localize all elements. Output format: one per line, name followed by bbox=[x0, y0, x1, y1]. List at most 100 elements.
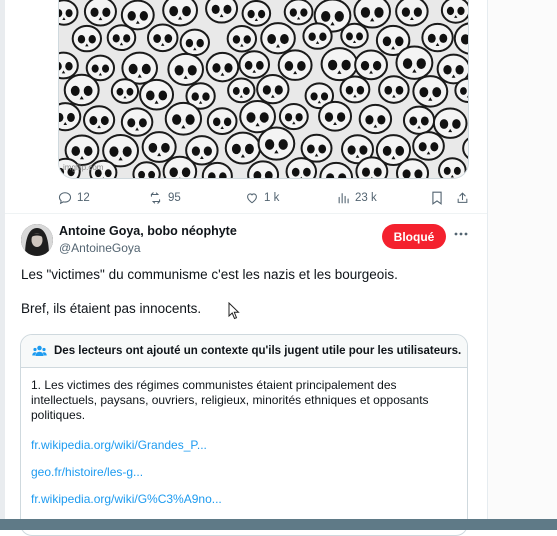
community-note-header: Des lecteurs ont ajouté un contexte qu'i… bbox=[21, 335, 467, 368]
skull-shape bbox=[83, 0, 117, 27]
author-name[interactable]: Antoine Goya, bobo néophyte bbox=[59, 224, 237, 238]
post-actions-bar: 12 95 1 k 23 k bbox=[58, 188, 478, 208]
more-dots-icon bbox=[454, 232, 468, 236]
skull-shape bbox=[241, 0, 272, 27]
skull-shape bbox=[224, 131, 262, 165]
skull-shape bbox=[146, 23, 179, 53]
post-text-line: Bref, ils étaient pas innocents. bbox=[21, 301, 202, 316]
post-text-line: Les "victimes" du communisme c'est les n… bbox=[21, 267, 398, 282]
skull-shape bbox=[257, 126, 296, 161]
mouse-cursor-icon bbox=[228, 301, 240, 325]
skull-shape bbox=[320, 47, 359, 82]
skull-shape bbox=[260, 22, 296, 55]
skull-shape bbox=[378, 75, 410, 104]
timeline-border bbox=[487, 0, 488, 530]
skull-shape bbox=[395, 158, 430, 178]
skull-shape bbox=[340, 22, 369, 49]
skull-shape bbox=[179, 28, 210, 57]
community-note-body: 1. Les victimes des régimes communistes … bbox=[21, 368, 467, 507]
community-note: Des lecteurs ont ajouté un contexte qu'i… bbox=[20, 334, 468, 536]
skull-shape bbox=[205, 0, 239, 24]
blocked-button[interactable]: Bloqué bbox=[382, 224, 446, 249]
skull-shape bbox=[59, 102, 82, 132]
skull-shape bbox=[438, 157, 467, 178]
skull-shape bbox=[59, 51, 79, 80]
post-divider bbox=[5, 213, 487, 214]
source-link-3[interactable]: fr.wikipedia.org/wiki/G%C3%A9no... bbox=[31, 492, 457, 507]
share-icon bbox=[457, 192, 468, 203]
skull-shape bbox=[227, 77, 256, 104]
skull-shape bbox=[318, 100, 353, 132]
skull-shape bbox=[141, 131, 177, 163]
skull-shape bbox=[206, 107, 238, 136]
skull-shape bbox=[440, 0, 468, 24]
skull-shape bbox=[353, 0, 391, 29]
image-watermark: imgflip.com bbox=[63, 163, 104, 172]
skull-shape bbox=[432, 107, 468, 139]
skull-shape bbox=[277, 49, 313, 81]
like-button[interactable]: 1 k bbox=[245, 188, 279, 208]
views-button[interactable]: 23 k bbox=[337, 188, 377, 208]
skull-shape bbox=[63, 73, 100, 107]
community-users-icon bbox=[32, 345, 47, 356]
reply-icon bbox=[58, 192, 72, 205]
skull-shape bbox=[106, 24, 137, 52]
bookmark-button[interactable] bbox=[431, 188, 443, 208]
share-button[interactable] bbox=[456, 188, 469, 208]
bookmark-icon bbox=[432, 191, 442, 205]
skull-shape bbox=[421, 22, 454, 53]
skull-shape bbox=[358, 103, 393, 135]
skull-shape bbox=[283, 0, 314, 26]
source-link-2[interactable]: geo.fr/histoire/les-g... bbox=[31, 465, 457, 480]
left-rail bbox=[0, 0, 5, 530]
skull-shape bbox=[412, 75, 449, 108]
views-count: 23 k bbox=[355, 192, 377, 204]
community-note-title: Des lecteurs ont ajouté un contexte qu'i… bbox=[54, 345, 462, 357]
skull-shape bbox=[132, 161, 161, 178]
more-options-button[interactable] bbox=[452, 224, 470, 244]
views-chart-icon bbox=[338, 193, 349, 204]
skull-shape bbox=[164, 101, 203, 136]
skull-shape bbox=[355, 156, 389, 178]
skull-shape bbox=[395, 45, 434, 80]
skull-shape bbox=[339, 75, 371, 104]
skull-shape bbox=[285, 157, 318, 178]
heart-icon bbox=[247, 193, 257, 204]
repost-button[interactable]: 95 bbox=[148, 188, 181, 208]
skull-shape bbox=[83, 105, 116, 135]
skull-pile-illustration bbox=[59, 0, 468, 178]
source-link-1[interactable]: fr.wikipedia.org/wiki/Grandes_P... bbox=[31, 438, 457, 453]
repost-count: 95 bbox=[168, 192, 181, 204]
like-count: 1 k bbox=[264, 192, 280, 204]
author-handle[interactable]: @AntoineGoya bbox=[59, 241, 141, 255]
skull-shape bbox=[139, 78, 175, 111]
reply-count: 12 bbox=[77, 192, 90, 204]
skull-shape bbox=[256, 74, 290, 105]
skull-shape bbox=[395, 0, 429, 27]
skull-shape bbox=[71, 24, 103, 53]
post-media-image[interactable]: imgflip.com bbox=[58, 0, 469, 179]
skull-shape bbox=[402, 105, 436, 135]
skull-shape bbox=[278, 103, 309, 131]
skull-shape bbox=[162, 155, 198, 178]
skull-shape bbox=[238, 50, 271, 79]
skull-shape bbox=[120, 107, 154, 137]
community-note-text: 1. Les victimes des régimes communistes … bbox=[31, 378, 429, 422]
post-text: Les "victimes" du communisme c'est les n… bbox=[21, 266, 398, 317]
reply-button[interactable]: 12 bbox=[58, 188, 90, 208]
skull-shape bbox=[162, 0, 199, 27]
skull-shape bbox=[412, 131, 445, 161]
right-column bbox=[488, 0, 557, 530]
skull-shape bbox=[300, 133, 333, 163]
skull-shape bbox=[302, 22, 333, 50]
skull-shape bbox=[354, 49, 388, 81]
skull-shape bbox=[110, 78, 140, 104]
avatar-portrait-icon bbox=[21, 224, 53, 256]
skull-shape bbox=[59, 0, 79, 26]
skull-shape bbox=[205, 51, 240, 83]
repost-icon bbox=[150, 192, 161, 204]
skull-shape bbox=[226, 25, 258, 53]
skull-shape bbox=[167, 52, 204, 86]
bottom-taskbar bbox=[0, 519, 557, 530]
avatar[interactable] bbox=[21, 224, 53, 256]
